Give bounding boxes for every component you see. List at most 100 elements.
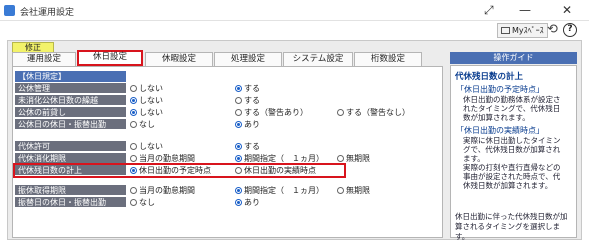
tab-processing[interactable]: 処理設定 — [214, 52, 282, 66]
guide-line: 実際の打刻や直行直帰などの — [463, 163, 561, 172]
myspace-icon — [501, 27, 510, 34]
radio-option[interactable]: 期間指定（ １ヵ月） — [235, 185, 324, 196]
radio-selected-icon — [130, 97, 137, 104]
radio-icon — [235, 109, 242, 116]
row-unused-holiday-carryover: 未消化公休日数の繰越 しない する — [15, 95, 441, 106]
row-public-holiday-work: 公休日の休日・振替出勤 なし あり — [15, 119, 441, 130]
radio-option[interactable]: しない — [130, 107, 163, 118]
radio-option[interactable]: する — [235, 141, 260, 152]
radio-option[interactable]: する（警告あり） — [235, 107, 308, 118]
toolbar: Myｽﾍﾟｰｽ ⟲ ? — [0, 21, 589, 40]
option-label: する — [244, 142, 260, 151]
operation-guide: 代休残日数の計上 「休日出勤の予定時点」 休日出勤の勤務体系が設定さ れたタイミ… — [450, 65, 577, 241]
radio-option[interactable]: する（警告なし） — [337, 107, 410, 118]
row-holiday-advance: 公休の前貸し しない する（警告あり） する（警告なし） — [15, 107, 441, 118]
minimize-icon[interactable]: — — [519, 2, 531, 18]
guide-title: 操作ガイド — [450, 52, 577, 64]
close-icon[interactable]: ✕ — [562, 2, 572, 18]
radio-selected-icon — [130, 109, 137, 116]
row-label: 公休日の休日・振替出勤 — [15, 119, 126, 130]
highlight-box — [13, 163, 346, 178]
radio-icon — [337, 155, 344, 162]
section-header-holiday-rules: 【休日規定】 — [15, 71, 126, 82]
option-label: 無期限 — [346, 154, 370, 163]
radio-selected-icon — [235, 143, 242, 150]
option-label: する（警告あり） — [244, 108, 308, 117]
guide-line: 実際に休日出勤したタイミン — [463, 136, 561, 145]
guide-line: グで、代休残日数が加算され — [463, 145, 561, 154]
option-label: する — [244, 96, 260, 105]
row-public-holiday-management: 公休管理 しない する — [15, 83, 441, 94]
option-label: しない — [139, 142, 163, 151]
radio-icon — [130, 199, 137, 206]
radio-icon — [337, 187, 344, 194]
guide-line: す。 — [455, 232, 470, 241]
guide-subheading: 「休日出勤の予定時点」 — [456, 85, 544, 94]
myspace-button[interactable]: Myｽﾍﾟｰｽ — [497, 23, 548, 38]
radio-icon — [130, 155, 137, 162]
guide-heading: 代休残日数の計上 — [455, 72, 524, 82]
radio-option[interactable]: 当月の勤怠期間 — [130, 185, 195, 196]
row-label: 代休許可 — [15, 141, 126, 152]
row-compensatory-permission: 代休許可 しない する — [15, 141, 441, 152]
holiday-settings-form: 【休日規定】 公休管理 しない する 未消化公休日数の繰越 しない する 公休の… — [12, 66, 443, 238]
tab-system[interactable]: システム設定 — [283, 52, 353, 66]
option-label: しない — [139, 84, 163, 93]
radio-option[interactable]: しない — [130, 95, 163, 106]
guide-line: 数が加算されます。 — [463, 113, 530, 122]
maximize-icon[interactable]: ⤢ — [484, 2, 494, 18]
option-label: しない — [139, 96, 163, 105]
option-label: 期間指定（ １ヵ月） — [244, 154, 324, 163]
radio-selected-icon — [235, 199, 242, 206]
radio-option[interactable]: なし — [130, 197, 155, 208]
option-label: 期間指定（ １ヵ月） — [244, 186, 324, 195]
radio-icon — [235, 97, 242, 104]
option-label: あり — [244, 198, 260, 207]
row-transfer-day-work: 振替日の休日・振替出勤 なし あり — [15, 197, 441, 208]
radio-option[interactable]: しない — [130, 141, 163, 152]
row-label: 公休管理 — [15, 83, 126, 94]
row-label: 公休の前貸し — [15, 107, 126, 118]
radio-option[interactable]: しない — [130, 83, 163, 94]
option-label: 無期限 — [346, 186, 370, 195]
option-label: しない — [139, 108, 163, 117]
myspace-label: Myｽﾍﾟｰｽ — [512, 26, 544, 35]
radio-option[interactable]: 無期限 — [337, 185, 370, 196]
radio-icon — [337, 109, 344, 116]
option-label: なし — [139, 120, 155, 129]
guide-line: ます。 — [463, 154, 485, 163]
tab-leave[interactable]: 休暇設定 — [145, 52, 213, 66]
radio-icon — [130, 143, 137, 150]
guide-line: れたタイミングで、代休残日 — [463, 104, 561, 113]
radio-icon — [130, 121, 137, 128]
option-label: 当月の勤怠期間 — [139, 186, 195, 195]
radio-option[interactable]: する — [235, 95, 260, 106]
radio-selected-icon — [235, 85, 242, 92]
settings-panel: 修正 運用設定 休日設定 休暇設定 処理設定 システム設定 桁数設定 【休日規定… — [7, 40, 582, 241]
radio-option[interactable]: あり — [235, 119, 260, 130]
radio-option[interactable]: あり — [235, 197, 260, 208]
tab-holiday[interactable]: 休日設定 — [77, 50, 143, 66]
row-transfer-deadline: 振休取得期限 当月の勤怠期間 期間指定（ １ヵ月） 無期限 — [15, 185, 441, 196]
radio-option[interactable]: する — [235, 83, 260, 94]
guide-line: 休日出勤に伴った代休残日数が加 — [455, 212, 568, 221]
guide-line: 算されるタイミングを選択しま — [455, 222, 560, 231]
option-label: なし — [139, 198, 155, 207]
guide-body: 実際に休日出勤したタイミン グで、代休残日数が加算され ます。 実際の打刻や直行… — [463, 136, 575, 190]
tab-operation[interactable]: 運用設定 — [12, 52, 76, 66]
guide-line: 事由が設定された時点で、代 — [463, 172, 561, 181]
radio-selected-icon — [235, 121, 242, 128]
tab-digits[interactable]: 桁数設定 — [354, 52, 422, 66]
row-label: 振替日の休日・振替出勤 — [15, 197, 126, 208]
radio-selected-icon — [235, 155, 242, 162]
radio-selected-icon — [235, 187, 242, 194]
radio-icon — [130, 187, 137, 194]
radio-option[interactable]: なし — [130, 119, 155, 130]
option-label: する（警告なし） — [346, 108, 410, 117]
radio-icon — [130, 85, 137, 92]
refresh-icon[interactable]: ⟲ — [547, 22, 558, 37]
option-label: あり — [244, 120, 260, 129]
guide-line: 休残日数が加算されます。 — [463, 181, 553, 190]
help-icon[interactable]: ? — [563, 23, 577, 37]
option-label: する — [244, 84, 260, 93]
